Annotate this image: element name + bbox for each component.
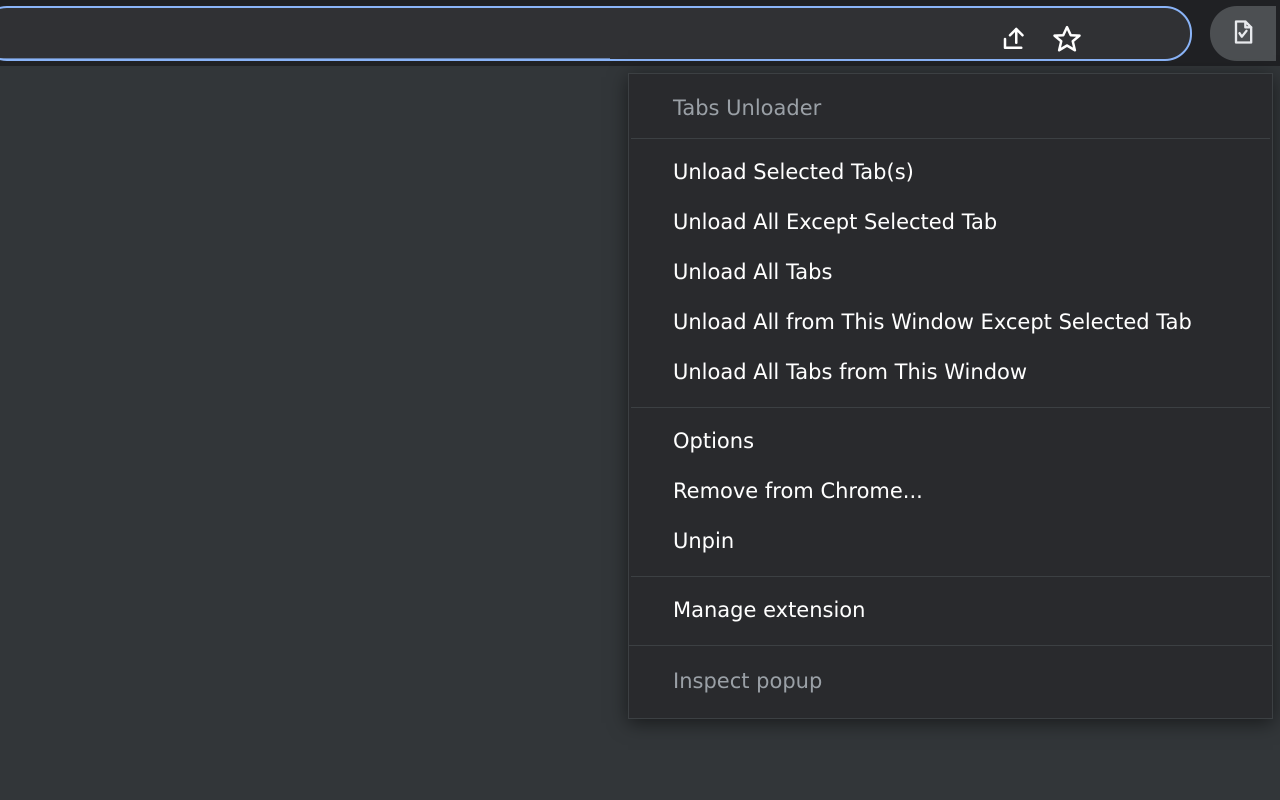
extension-page-icon	[1229, 18, 1257, 50]
menu-group-manage: Options Remove from Chrome... Unpin	[629, 408, 1272, 576]
menu-item-manage-extension[interactable]: Manage extension	[629, 585, 1272, 635]
menu-item-unload-window-all[interactable]: Unload All Tabs from This Window	[629, 347, 1272, 397]
share-icon[interactable]	[1000, 24, 1030, 58]
menu-item-remove[interactable]: Remove from Chrome...	[629, 466, 1272, 516]
menu-title: Tabs Unloader	[629, 76, 1272, 138]
menu-item-inspect-popup[interactable]: Inspect popup	[629, 656, 1272, 706]
address-bar[interactable]	[0, 6, 1192, 61]
browser-toolbar	[0, 0, 1280, 66]
menu-group-ext: Manage extension	[629, 577, 1272, 645]
extension-button[interactable]	[1210, 6, 1276, 61]
menu-footer: Inspect popup	[629, 645, 1272, 718]
toolbar-icons	[1000, 8, 1082, 74]
omnibox-underline	[0, 58, 610, 59]
menu-group-unload: Unload Selected Tab(s) Unload All Except…	[629, 139, 1272, 407]
menu-item-unload-selected[interactable]: Unload Selected Tab(s)	[629, 147, 1272, 197]
menu-item-unpin[interactable]: Unpin	[629, 516, 1272, 566]
menu-item-unload-all-except[interactable]: Unload All Except Selected Tab	[629, 197, 1272, 247]
menu-item-unload-window-except[interactable]: Unload All from This Window Except Selec…	[629, 297, 1272, 347]
bookmark-star-icon[interactable]	[1052, 24, 1082, 58]
menu-item-unload-all[interactable]: Unload All Tabs	[629, 247, 1272, 297]
extension-context-menu: Tabs Unloader Unload Selected Tab(s) Unl…	[628, 73, 1273, 719]
menu-item-options[interactable]: Options	[629, 416, 1272, 466]
